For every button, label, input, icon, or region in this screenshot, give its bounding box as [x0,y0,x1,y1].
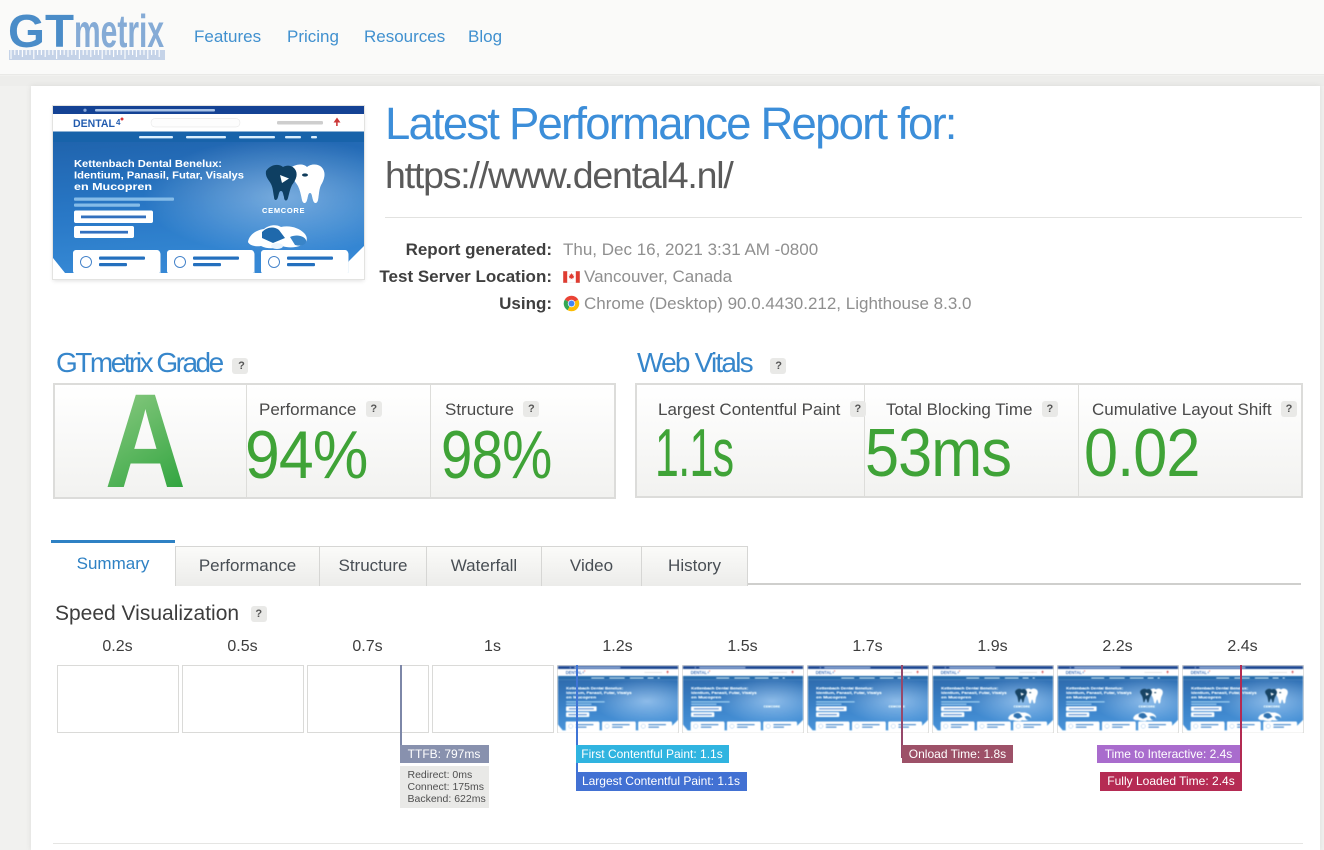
svg-text:Identium, Panasil, Futar, Visa: Identium, Panasil, Futar, Visalys [941,691,1007,695]
svg-text:DENTAL: DENTAL [1190,670,1207,675]
svg-text:CEMCORE: CEMCORE [1138,704,1155,708]
svg-text:Kettenbach Dental Benelux:: Kettenbach Dental Benelux: [1066,687,1123,691]
svg-text:4: 4 [957,670,959,674]
svg-text:Identium, Panasil, Futar, Visa: Identium, Panasil, Futar, Visalys [1191,691,1257,695]
svg-text:Kettenbach Dental Benelux:: Kettenbach Dental Benelux: [816,687,873,691]
svg-text:DENTAL: DENTAL [940,670,957,675]
svg-text:CEMCORE: CEMCORE [1013,704,1030,708]
svg-text:en Mucopren: en Mucopren [74,182,152,193]
svg-text:4: 4 [582,670,584,674]
svg-text:GT: GT [8,5,74,57]
svg-text:metrix: metrix [74,5,164,57]
svg-text:en Mucopren: en Mucopren [566,695,597,699]
svg-text:en Mucopren: en Mucopren [1191,695,1222,699]
svg-text:CEMCORE: CEMCORE [1263,704,1280,708]
svg-text:Identium, Panasil, Futar, Visa: Identium, Panasil, Futar, Visalys [816,691,882,695]
svg-text:CEMCORE: CEMCORE [262,206,305,215]
svg-text:DENTAL: DENTAL [815,670,832,675]
svg-text:DENTAL: DENTAL [1065,670,1082,675]
svg-text:Kettenbach Dental Benelux:: Kettenbach Dental Benelux: [74,159,222,170]
svg-text:Kettenbach Dental Benelux:: Kettenbach Dental Benelux: [941,687,998,691]
svg-text:en Mucopren: en Mucopren [941,695,972,699]
svg-text:Identium, Panasil, Futar, Visa: Identium, Panasil, Futar, Visalys [74,171,244,182]
svg-text:Identium, Panasil, Futar, Visa: Identium, Panasil, Futar, Visalys [1066,691,1132,695]
svg-text:4: 4 [116,118,121,127]
svg-text:Identium, Panasil, Futar, Visa: Identium, Panasil, Futar, Visalys [691,691,757,695]
svg-text:en Mucopren: en Mucopren [816,695,847,699]
svg-text:CEMCORE: CEMCORE [763,704,780,708]
svg-text:DENTAL: DENTAL [565,670,582,675]
svg-text:4: 4 [832,670,834,674]
svg-text:DENTAL: DENTAL [73,118,115,130]
svg-text:4: 4 [707,670,709,674]
svg-text:DENTAL: DENTAL [690,670,707,675]
svg-text:Kettenbach Dental Benelux:: Kettenbach Dental Benelux: [691,687,748,691]
svg-text:4: 4 [1082,670,1084,674]
svg-text:en Mucopren: en Mucopren [691,695,722,699]
svg-text:en Mucopren: en Mucopren [1066,695,1097,699]
svg-text:Kettenbach Dental Benelux:: Kettenbach Dental Benelux: [566,687,623,691]
svg-text:4: 4 [1207,670,1209,674]
